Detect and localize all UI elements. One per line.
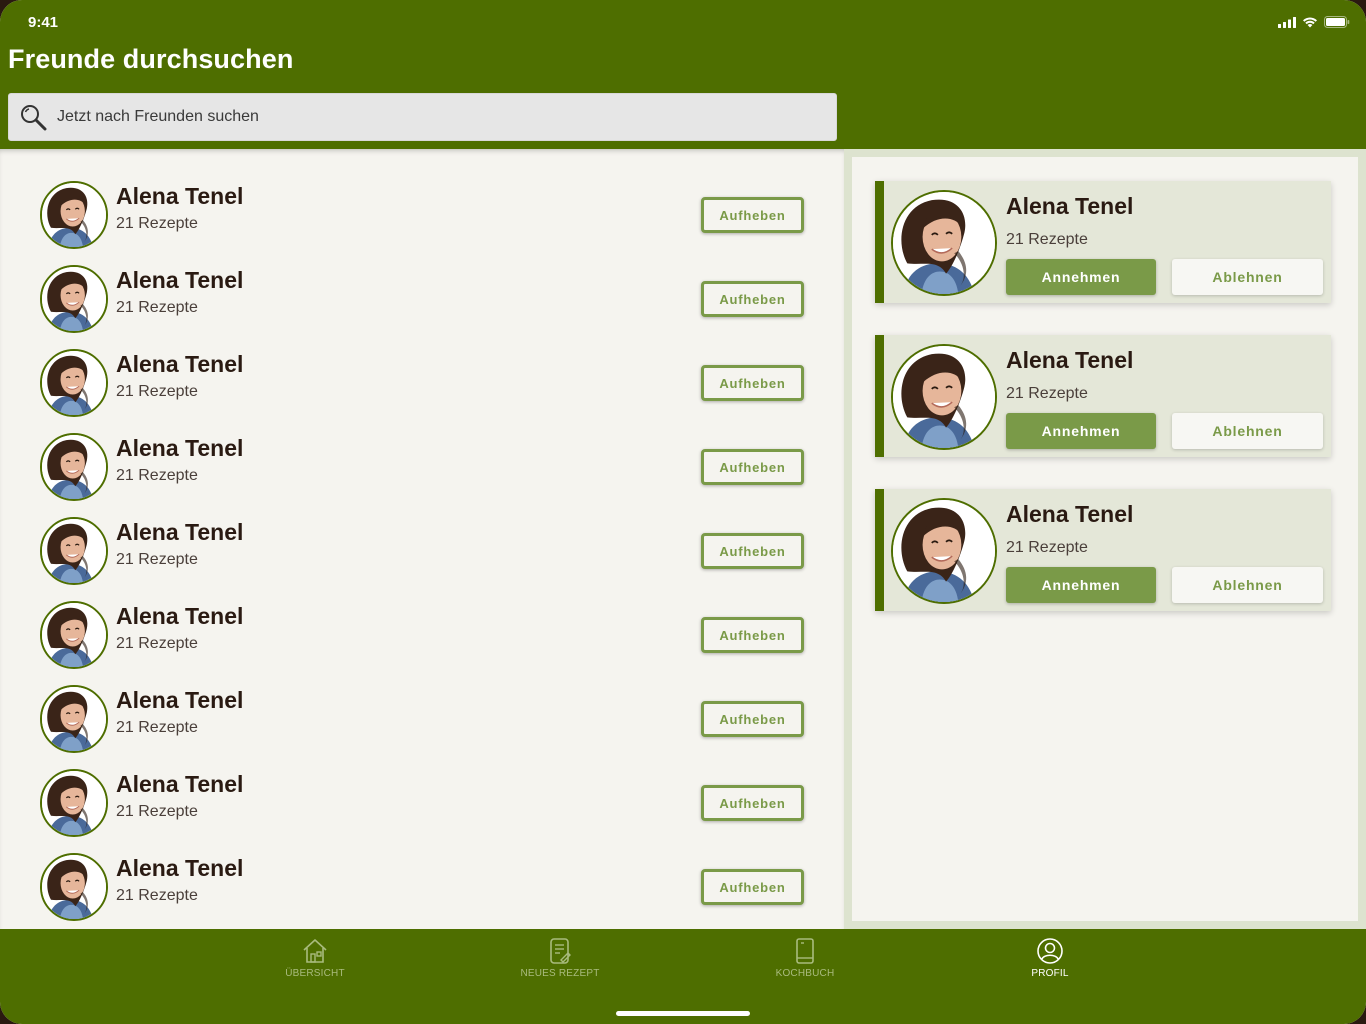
avatar[interactable] xyxy=(40,685,108,753)
avatar[interactable] xyxy=(40,265,108,333)
friend-row[interactable]: Alena Tenel 21 Rezepte Aufheben xyxy=(0,349,844,433)
tab-profile[interactable]: PROFIL xyxy=(990,937,1110,987)
avatar[interactable] xyxy=(40,349,108,417)
remove-friend-button[interactable]: Aufheben xyxy=(701,449,804,485)
wifi-icon xyxy=(1302,15,1318,33)
friend-row[interactable]: Alena Tenel 21 Rezepte Aufheben xyxy=(0,181,844,265)
remove-friend-button[interactable]: Aufheben xyxy=(701,617,804,653)
request-recipe-count: 21 Rezepte xyxy=(1006,539,1088,556)
avatar[interactable] xyxy=(40,181,108,249)
avatar[interactable] xyxy=(891,344,997,450)
friend-recipe-count: 21 Rezepte xyxy=(116,467,198,484)
accept-button[interactable]: Annehmen xyxy=(1006,259,1156,295)
decline-button[interactable]: Ablehnen xyxy=(1172,259,1323,295)
accept-button[interactable]: Annehmen xyxy=(1006,413,1156,449)
tab-bar: ÜBERSICHT NEUES REZEPT KOCHBUCH PROFIL xyxy=(0,929,1366,1024)
header: 9:41 Freunde durchsuchen xyxy=(0,0,1366,149)
avatar[interactable] xyxy=(891,190,997,296)
friend-recipe-count: 21 Rezepte xyxy=(116,719,198,736)
friends-list: Alena Tenel 21 Rezepte Aufheben Alena Tene… xyxy=(0,149,844,929)
friend-name: Alena Tenel xyxy=(116,687,244,713)
friend-row[interactable]: Alena Tenel 21 Rezepte Aufheben xyxy=(0,265,844,349)
friend-row[interactable]: Alena Tenel 21 Rezepte Aufheben xyxy=(0,685,844,769)
friend-name: Alena Tenel xyxy=(116,519,244,545)
friend-request-card: Alena Tenel 21 Rezepte Annehmen Ablehnen xyxy=(875,489,1331,611)
accept-button[interactable]: Annehmen xyxy=(1006,567,1156,603)
remove-friend-button[interactable]: Aufheben xyxy=(701,785,804,821)
friend-recipe-count: 21 Rezepte xyxy=(116,215,198,232)
friend-name: Alena Tenel xyxy=(116,855,244,881)
tab-cookbook[interactable]: KOCHBUCH xyxy=(745,937,865,987)
avatar[interactable] xyxy=(40,853,108,921)
remove-friend-button[interactable]: Aufheben xyxy=(701,533,804,569)
battery-icon xyxy=(1324,15,1350,33)
tab-label: NEUES REZEPT xyxy=(520,968,600,979)
avatar[interactable] xyxy=(40,601,108,669)
remove-friend-button[interactable]: Aufheben xyxy=(701,365,804,401)
avatar[interactable] xyxy=(40,517,108,585)
search-bar[interactable] xyxy=(8,93,837,141)
friend-name: Alena Tenel xyxy=(116,351,244,377)
home-icon xyxy=(301,937,329,965)
friend-requests-panel: Alena Tenel 21 Rezepte Annehmen Ablehnen Al… xyxy=(844,149,1366,929)
request-name: Alena Tenel xyxy=(1006,347,1134,373)
friend-row[interactable]: Alena Tenel 21 Rezepte Aufheben xyxy=(0,517,844,601)
friend-recipe-count: 21 Rezepte xyxy=(116,551,198,568)
search-input[interactable] xyxy=(57,108,757,126)
friend-row[interactable]: Alena Tenel 21 Rezepte Aufheben xyxy=(0,601,844,685)
remove-friend-button[interactable]: Aufheben xyxy=(701,197,804,233)
remove-friend-button[interactable]: Aufheben xyxy=(701,701,804,737)
remove-friend-button[interactable]: Aufheben xyxy=(701,869,804,905)
friend-request-card: Alena Tenel 21 Rezepte Annehmen Ablehnen xyxy=(875,181,1331,303)
tab-label: KOCHBUCH xyxy=(775,968,835,979)
decline-button[interactable]: Ablehnen xyxy=(1172,567,1323,603)
friend-row[interactable]: Alena Tenel 21 Rezepte Aufheben xyxy=(0,853,844,937)
cookbook-icon xyxy=(791,937,819,965)
decline-button[interactable]: Ablehnen xyxy=(1172,413,1323,449)
remove-friend-button[interactable]: Aufheben xyxy=(701,281,804,317)
tab-home[interactable]: ÜBERSICHT xyxy=(255,937,375,987)
friend-name: Alena Tenel xyxy=(116,435,244,461)
app-screen: 9:41 Freunde durchsuchen Jetzt nach Freu… xyxy=(0,0,1366,1024)
search-icon xyxy=(19,103,47,131)
friend-recipe-count: 21 Rezepte xyxy=(116,887,198,904)
request-recipe-count: 21 Rezepte xyxy=(1006,385,1088,402)
friend-name: Alena Tenel xyxy=(116,603,244,629)
friend-name: Alena Tenel xyxy=(116,267,244,293)
profile-icon xyxy=(1036,937,1064,965)
home-indicator xyxy=(616,1011,750,1016)
friend-request-card: Alena Tenel 21 Rezepte Annehmen Ablehnen xyxy=(875,335,1331,457)
avatar[interactable] xyxy=(40,769,108,837)
request-recipe-count: 21 Rezepte xyxy=(1006,231,1088,248)
tab-label: PROFIL xyxy=(1031,968,1069,979)
tab-label: ÜBERSICHT xyxy=(285,968,345,979)
friend-row[interactable]: Alena Tenel 21 Rezepte Aufheben xyxy=(0,433,844,517)
request-name: Alena Tenel xyxy=(1006,501,1134,527)
friend-requests-container: Alena Tenel 21 Rezepte Annehmen Ablehnen Al… xyxy=(852,157,1358,921)
avatar[interactable] xyxy=(40,433,108,501)
request-name: Alena Tenel xyxy=(1006,193,1134,219)
tab-new-recipe[interactable]: NEUES REZEPT xyxy=(500,937,620,987)
new-recipe-icon xyxy=(546,937,574,965)
friend-recipe-count: 21 Rezepte xyxy=(116,803,198,820)
friend-name: Alena Tenel xyxy=(116,771,244,797)
friend-recipe-count: 21 Rezepte xyxy=(116,299,198,316)
friend-recipe-count: 21 Rezepte xyxy=(116,383,198,400)
status-time: 9:41 xyxy=(28,14,59,31)
friend-recipe-count: 21 Rezepte xyxy=(116,635,198,652)
avatar[interactable] xyxy=(891,498,997,604)
cellular-signal-icon xyxy=(1278,15,1296,33)
status-icons xyxy=(1278,15,1350,33)
friend-name: Alena Tenel xyxy=(116,183,244,209)
page-title: Freunde durchsuchen xyxy=(8,44,294,74)
friend-row[interactable]: Alena Tenel 21 Rezepte Aufheben xyxy=(0,769,844,853)
